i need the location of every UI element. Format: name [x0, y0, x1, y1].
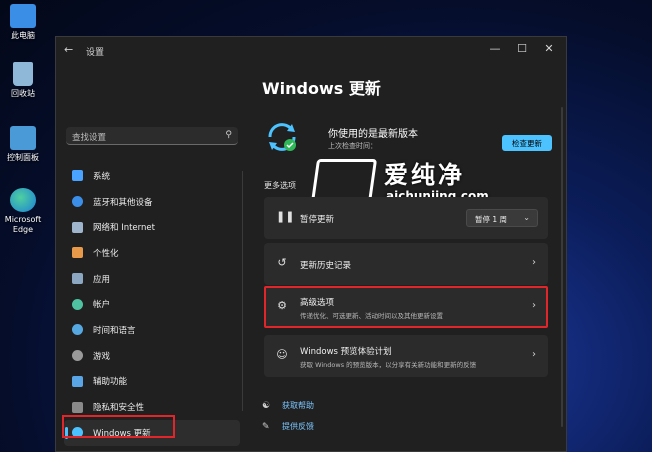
desktop-icon-label: 控制面板: [7, 153, 39, 162]
sidebar-item-bluetooth[interactable]: 蓝牙和其他设备: [64, 189, 240, 215]
sidebar-item-label: 游戏: [93, 351, 111, 362]
desktop-icon-control-panel[interactable]: 控制面板: [2, 126, 44, 163]
link-label: 获取帮助: [282, 401, 314, 410]
search-placeholder: 查找设置: [72, 133, 107, 143]
card-title: 暂停更新: [300, 215, 335, 225]
search-icon[interactable]: ⚲: [225, 130, 232, 140]
insider-program-card[interactable]: ☺ Windows 预览体验计划 获取 Windows 的预览版本，以分享有关新…: [264, 335, 548, 377]
sidebar-item-label: 辅助功能: [93, 377, 128, 388]
highlight-box-nav: [62, 415, 175, 438]
shield-icon: [72, 401, 83, 413]
recycle-bin-icon: [13, 62, 33, 86]
maximize-button[interactable]: ☐: [515, 42, 529, 55]
back-button[interactable]: ←: [64, 43, 73, 56]
control-panel-icon: [10, 126, 36, 150]
card-title: Windows 预览体验计划: [300, 347, 392, 357]
accessibility-icon: [72, 375, 83, 387]
desktop-icon-this-pc[interactable]: 此电脑: [2, 4, 44, 41]
network-icon: [72, 221, 83, 233]
chevron-down-icon: ⌄: [523, 213, 530, 222]
edge-icon: [10, 188, 36, 212]
sidebar-item-gaming[interactable]: 游戏: [64, 343, 240, 369]
desktop-icon-label: 此电脑: [11, 31, 35, 40]
sidebar-item-label: 时间和语言: [93, 325, 136, 336]
highlight-box-advanced: [264, 286, 548, 328]
desktop-icon-recycle-bin[interactable]: 回收站: [2, 62, 44, 99]
desktop-icon-label: 回收站: [11, 89, 35, 98]
sidebar-item-label: 个性化: [93, 248, 119, 259]
sidebar-nav: 系统 蓝牙和其他设备 网络和 Internet 个性化 应用 帐户 时间和语言: [64, 163, 240, 446]
sidebar-item-label: 系统: [93, 171, 111, 182]
minimize-button[interactable]: —: [488, 42, 502, 55]
desktop-icon-edge[interactable]: Microsoft Edge: [2, 188, 44, 235]
divider: [242, 171, 243, 411]
globe-icon: [72, 324, 83, 336]
apps-icon: [72, 273, 83, 285]
chevron-right-icon: ›: [532, 349, 536, 360]
computer-icon: [10, 4, 36, 28]
history-icon: ↺: [277, 256, 287, 269]
status-heading: 你使用的是最新版本: [328, 129, 418, 140]
desktop-icon-label: Microsoft Edge: [4, 215, 42, 234]
system-icon: [72, 170, 83, 182]
status-subtext: 上次检查时间：: [328, 142, 377, 150]
sidebar-item-label: 蓝牙和其他设备: [93, 197, 153, 208]
sidebar-item-time-language[interactable]: 时间和语言: [64, 317, 240, 343]
close-button[interactable]: ✕: [542, 42, 556, 55]
sidebar-item-accessibility[interactable]: 辅助功能: [64, 369, 240, 395]
sidebar-item-label: 网络和 Internet: [93, 223, 155, 234]
pause-updates-card: ❚❚ 暂停更新 暂停 1 周 ⌄: [264, 197, 548, 239]
sidebar-item-label: 应用: [93, 274, 111, 285]
sidebar-item-label: 隐私和安全性: [93, 403, 145, 414]
feedback-icon: ✎: [262, 421, 270, 432]
card-subtitle: 获取 Windows 的预览版本，以分享有关新功能和更新的反馈: [300, 361, 477, 369]
update-history-card[interactable]: ↺ 更新历史记录 ›: [264, 243, 548, 285]
chevron-right-icon: ›: [532, 257, 536, 268]
card-title: 更新历史记录: [300, 261, 352, 271]
section-label: 更多选项: [264, 181, 296, 190]
give-feedback-link[interactable]: ✎ 提供反馈: [262, 421, 314, 432]
help-icon: ☯: [262, 400, 271, 411]
sync-icon: [268, 123, 296, 151]
gamepad-icon: [72, 350, 83, 362]
brush-icon: [72, 247, 83, 259]
search-input[interactable]: 查找设置 ⚲: [66, 127, 238, 145]
sidebar-item-system[interactable]: 系统: [64, 163, 240, 189]
sidebar-item-personalization[interactable]: 个性化: [64, 240, 240, 266]
pause-duration-dropdown[interactable]: 暂停 1 周 ⌄: [466, 209, 538, 227]
sidebar-item-label: 帐户: [93, 300, 111, 311]
settings-window: ← 设置 — ☐ ✕ 查找设置 ⚲ 系统 蓝牙和其他设备 网络和 Interne…: [55, 36, 567, 452]
title-bar: ← 设置 — ☐ ✕: [56, 37, 566, 63]
account-icon: [72, 298, 83, 310]
link-label: 提供反馈: [282, 422, 314, 431]
bluetooth-icon: [72, 196, 83, 208]
sidebar-item-apps[interactable]: 应用: [64, 266, 240, 292]
dropdown-value: 暂停 1 周: [475, 215, 508, 224]
check-updates-button[interactable]: 检查更新: [502, 135, 552, 151]
sidebar-item-network[interactable]: 网络和 Internet: [64, 214, 240, 240]
pause-icon: ❚❚: [276, 210, 295, 223]
update-status: 你使用的是最新版本 上次检查时间： 检查更新: [264, 119, 554, 169]
insider-icon: ☺: [276, 348, 288, 361]
app-title: 设置: [86, 48, 105, 58]
get-help-link[interactable]: ☯ 获取帮助: [262, 400, 314, 411]
scrollbar[interactable]: [561, 107, 563, 427]
page-title: Windows 更新: [262, 79, 381, 98]
sidebar-item-accounts[interactable]: 帐户: [64, 291, 240, 317]
